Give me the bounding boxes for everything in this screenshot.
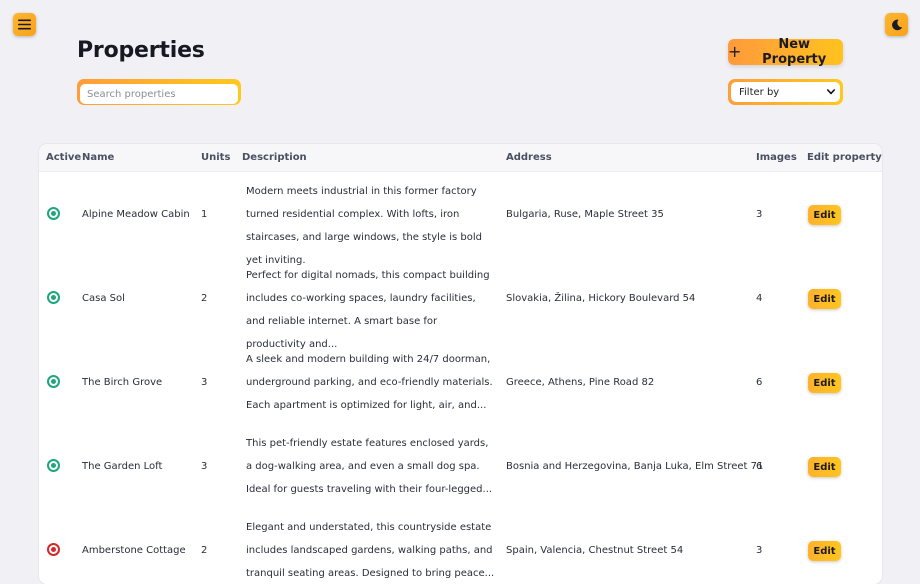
property-address: Greece, Athens, Pine Road 82 <box>506 377 655 388</box>
property-units: 3 <box>201 461 208 472</box>
column-header-edit-property: Edit property <box>807 152 882 163</box>
edit-property-button[interactable]: Edit <box>808 205 841 225</box>
plus-icon: + <box>728 41 742 61</box>
property-units: 2 <box>201 545 208 556</box>
status-active-icon <box>47 291 60 304</box>
column-header-units: Units <box>201 152 231 163</box>
table-row: The Garden Loft 3 This pet-friendly esta… <box>39 425 882 509</box>
status-active-icon <box>47 459 60 472</box>
property-name: The Garden Loft <box>82 461 163 472</box>
column-header-description: Description <box>242 152 307 163</box>
status-active-icon <box>47 375 60 388</box>
filter-selected-value: Filter by <box>739 86 780 98</box>
hamburger-menu-icon <box>18 19 31 30</box>
column-header-address: Address <box>506 152 552 163</box>
property-description: A sleek and modern building with 24/7 do… <box>246 354 493 411</box>
menu-button[interactable] <box>13 13 36 36</box>
new-property-button[interactable]: + New Property <box>728 37 843 67</box>
table-header: Active Name Units Description Address Im… <box>39 144 882 172</box>
moon-icon <box>891 19 902 30</box>
edit-property-button[interactable]: Edit <box>808 457 841 477</box>
status-inactive-icon <box>47 543 60 556</box>
property-name: The Birch Grove <box>82 377 163 388</box>
filter-select[interactable]: Filter by <box>731 82 840 102</box>
column-header-active: Active <box>46 152 82 163</box>
property-units: 1 <box>201 209 208 220</box>
edit-property-button[interactable]: Edit <box>808 541 841 561</box>
property-images-count: 3 <box>756 545 763 556</box>
filter-box: Filter by <box>728 79 843 105</box>
property-images-count: 3 <box>756 209 763 220</box>
property-address: Bosnia and Herzegovina, Banja Luka, Elm … <box>506 461 764 472</box>
property-images-count: 6 <box>756 377 763 388</box>
table-row: The Birch Grove 3 A sleek and modern bui… <box>39 341 882 425</box>
property-name: Alpine Meadow Cabin <box>82 209 190 220</box>
property-address: Slovakia, Žilina, Hickory Boulevard 54 <box>506 293 696 304</box>
edit-property-button[interactable]: Edit <box>808 373 841 393</box>
property-address: Spain, Valencia, Chestnut Street 54 <box>506 545 684 556</box>
status-active-icon <box>47 207 60 220</box>
property-units: 3 <box>201 377 208 388</box>
column-header-images: Images <box>756 152 797 163</box>
column-header-name: Name <box>82 152 115 163</box>
theme-toggle-button[interactable] <box>885 13 908 36</box>
property-images-count: 6 <box>756 461 763 472</box>
page-title: Properties <box>77 38 205 63</box>
search-box <box>77 79 241 105</box>
property-images-count: 4 <box>756 293 763 304</box>
table-row: Casa Sol 2 Perfect for digital nomads, t… <box>39 257 882 350</box>
property-units: 2 <box>201 293 208 304</box>
new-property-label: New Property <box>762 37 827 67</box>
chevron-down-icon <box>827 89 835 95</box>
property-description: Elegant and understated, this countrysid… <box>246 522 495 579</box>
property-description: This pet-friendly estate features enclos… <box>246 438 493 495</box>
search-input[interactable] <box>80 83 238 104</box>
table-row: Amberstone Cottage 2 Elegant and underst… <box>39 509 882 584</box>
properties-table: Active Name Units Description Address Im… <box>39 144 882 584</box>
property-address: Bulgaria, Ruse, Maple Street 35 <box>506 209 664 220</box>
property-name: Amberstone Cottage <box>82 545 186 556</box>
edit-property-button[interactable]: Edit <box>808 289 841 309</box>
table-row: Alpine Meadow Cabin 1 Modern meets indus… <box>39 173 882 266</box>
property-name: Casa Sol <box>82 293 125 304</box>
